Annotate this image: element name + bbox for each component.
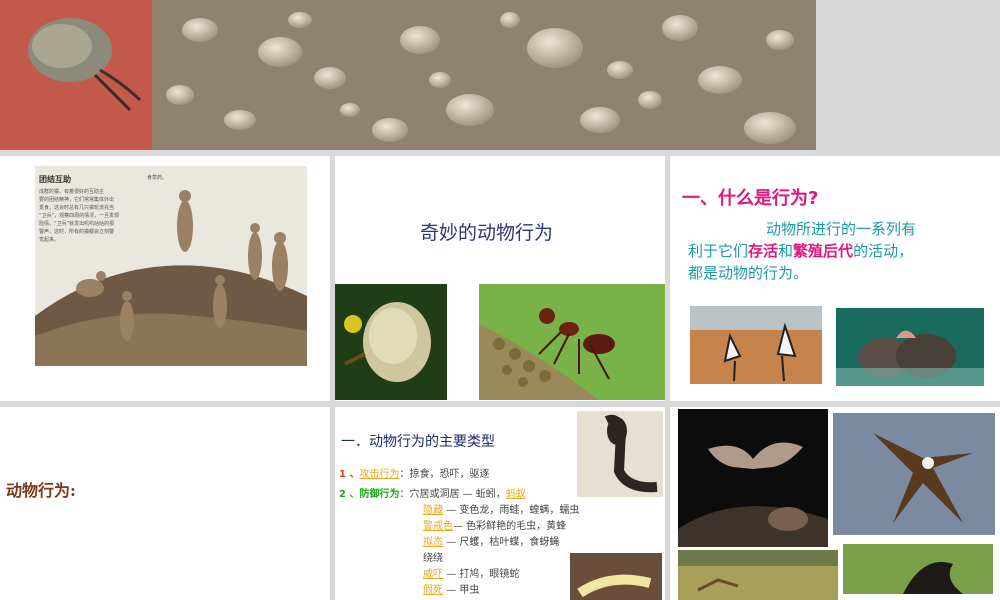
eagles-photo (833, 413, 995, 535)
slide-behavior-label: 动物行为: (0, 407, 330, 600)
types-row-1: 1 、攻击行为：掠食，恐吓，驱逐 (339, 469, 490, 480)
types-row-2: 2 、防御行为：穴居或洞居 — 蚯蚓，蚂蚁 (339, 489, 526, 500)
savanna-photo (678, 550, 838, 600)
types-row-4: 警戒色— 色彩鲜艳的毛虫，黄蜂 (423, 521, 567, 532)
types-row-6: 绕绕 (423, 553, 443, 564)
slide-bats-eagles (670, 407, 1000, 600)
slide-meerkats: 团结互助 食草药。 成群的獴，有着很好的互助主 要的团结精神，它们常常集体外出 … (0, 156, 330, 401)
types-row-7: 威吓 — 打鸠，眼镜蛇 (423, 569, 520, 580)
types-row-8: 假死 — 甲虫 (423, 585, 480, 596)
ant-aphid-photo (479, 284, 665, 400)
title-text: 奇妙的动物行为 (420, 222, 554, 244)
what-is-line3: 都是动物的行为。 (688, 264, 809, 282)
behavior-label: 动物行为: (6, 481, 76, 500)
cobra-photo (577, 411, 663, 497)
bat-photo (678, 409, 828, 547)
grass-bird-photo (843, 544, 993, 594)
what-is-line1: 动物所进行的一系列有 (766, 220, 917, 238)
what-is-line2: 利于它们存活和繁殖后代的活动， (688, 242, 914, 260)
slide-behavior-types: 一．动物行为的主要类型 1 、攻击行为：掠食，恐吓，驱逐 2 、防御行为：穴居或… (335, 407, 665, 600)
hippos-photo (836, 308, 984, 386)
slide-sand-antlion (0, 0, 816, 150)
slide-title: 奇妙的动物行为 (335, 156, 665, 401)
bird-nest-photo (335, 284, 447, 400)
caterpillar-photo (570, 553, 662, 600)
meerkat-book-page: 团结互助 食草药。 成群的獴，有着很好的互助主 要的团结精神，它们常常集体外出 … (35, 166, 307, 366)
meerkats-illustration (35, 190, 307, 366)
types-row-3: 隐藏 — 变色龙，雨蛙，蝗螨，蠕虫 (423, 505, 580, 516)
sand-photo (0, 0, 816, 150)
what-is-heading: 一、什么是行为? (682, 188, 819, 209)
slide-what-is-behavior: 一、什么是行为? 动物所进行的一系列有 利于它们存活和繁殖后代的活动， 都是动物… (670, 156, 1000, 401)
types-heading: 一．动物行为的主要类型 (341, 434, 495, 450)
cranes-photo (690, 306, 822, 384)
types-row-5: 拟态 — 尺蠖，枯叶蝶，食蚜蝇 (423, 537, 560, 548)
